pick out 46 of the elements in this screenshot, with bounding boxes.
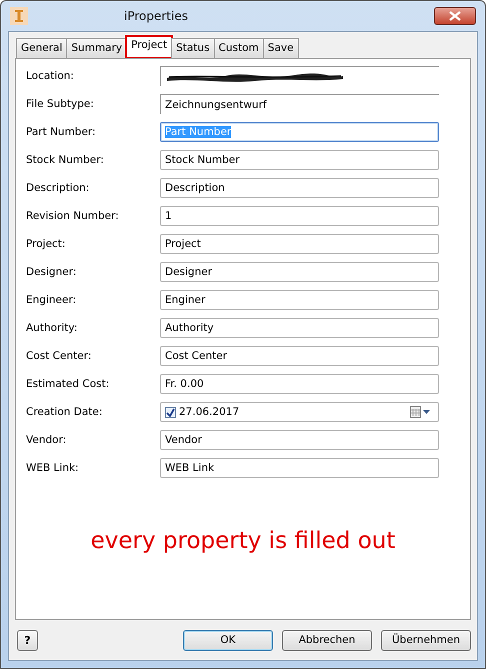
field-label: WEB Link: [26,462,80,474]
read-only-field: Zeichnungsentwurf [160,94,439,114]
field-label: Cost Center: [26,350,92,362]
text-field[interactable]: WEB Link [160,458,439,478]
field-label: Estimated Cost: [26,378,110,390]
text-field[interactable]: Vendor [160,430,439,450]
calendar-dropdown-icon [410,406,430,418]
field-label: Creation Date: [26,406,104,418]
dialog-button[interactable]: Übernehmen [381,630,471,650]
tab[interactable]: Save [262,38,299,58]
check-icon [166,408,175,416]
field-label: Part Number: [26,126,97,138]
field-label: File Subtype: [26,98,95,110]
app-icon [10,7,28,25]
close-icon [449,11,461,21]
dialog-button[interactable]: Abbrechen [282,630,372,650]
tab[interactable]: Project [126,36,172,58]
field-label: Project: [26,238,66,250]
field-label: Engineer: [26,294,78,306]
text-field[interactable]: Stock Number [160,150,439,170]
window-title: iProperties [123,9,189,23]
text-field[interactable]: Fr. 0.00 [160,374,439,394]
tab[interactable]: General [16,38,68,58]
text-field[interactable]: 1 [160,206,439,226]
tab[interactable]: Summary [66,38,128,58]
tab[interactable]: Status [171,38,215,58]
text-field[interactable]: Project [160,234,439,254]
field-label: Vendor: [26,434,68,446]
checkbox[interactable] [165,406,176,418]
field-label: Location: [26,70,75,82]
dialog-button[interactable]: OK [183,630,273,650]
close-button[interactable] [434,7,476,25]
field-label: Stock Number: [26,154,105,166]
annotation-text: every property is filled out [90,528,396,554]
text-field[interactable]: Description [160,178,439,198]
date-field[interactable]: 27.06.2017 [160,402,439,422]
text-field[interactable]: Authority [160,318,439,338]
tab[interactable]: Custom [214,38,264,58]
help-button[interactable]: ? [17,630,38,650]
text-field[interactable]: Enginer [160,290,439,310]
text-field[interactable]: Cost Center [160,346,439,366]
field-label: Revision Number: [26,210,120,222]
field-label: Authority: [26,322,78,334]
text-field[interactable]: Designer [160,262,439,282]
field-label: Designer: [26,266,78,278]
field-label: Description: [26,182,90,194]
